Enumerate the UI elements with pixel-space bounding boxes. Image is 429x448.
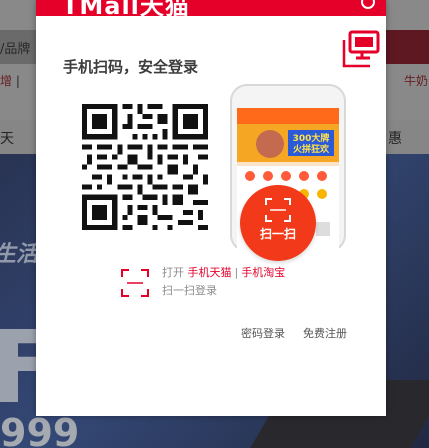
password-login-link[interactable]: 密码登录 [241,325,285,341]
login-modal: TMall天猫 手机扫码，安全登录 300大牌 火拼狂欢 扫一扫 打开 手机天猫… [36,0,386,416]
modal-header: TMall天猫 [36,0,386,16]
scan-badge-label: 扫一扫 [259,227,296,241]
scan-frame-icon [265,198,291,222]
taobao-app-link[interactable]: 手机淘宝 [241,266,285,279]
tmall-app-link[interactable]: 手机天猫 [188,266,232,279]
link-separator: | [234,266,239,279]
qr-login-title: 手机扫码，安全登录 [63,58,199,76]
scan-login-text: 扫一扫登录 [162,284,217,297]
phone-banner-text: 火拼狂欢 [293,143,330,155]
tmall-logo: TMall天猫 [62,0,190,16]
scan-icon [121,269,149,297]
open-prefix: 打开 [162,266,184,279]
scan-badge: 扫一扫 [240,185,316,261]
close-icon[interactable] [361,0,375,9]
open-app-instruction: 打开 手机天猫 | 手机淘宝 [162,264,285,280]
pc-login-switch-icon[interactable] [342,28,382,68]
login-qr-code[interactable] [82,104,208,230]
phone-banner-text: 300大牌 [293,132,330,144]
free-register-link[interactable]: 免费注册 [303,325,347,341]
